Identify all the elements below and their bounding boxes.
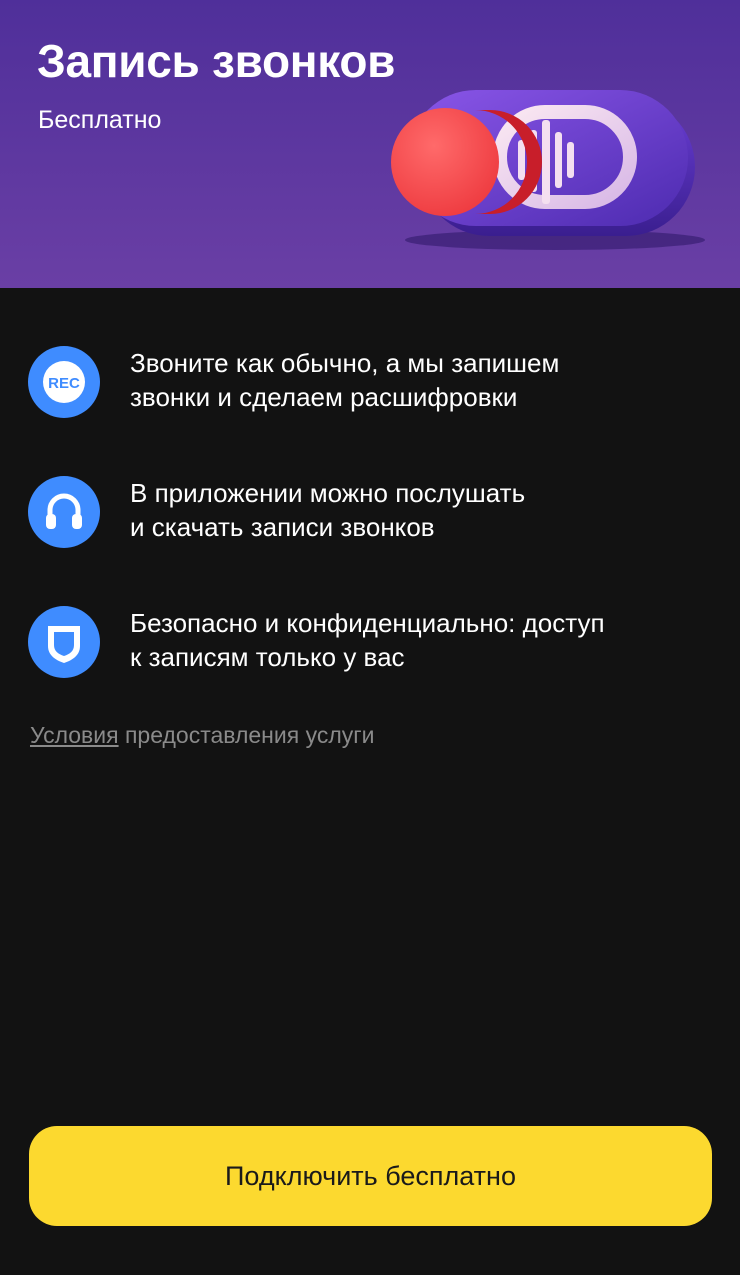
rec-icon: REC <box>28 346 100 418</box>
feature-text: В приложении можно послушать и скачать з… <box>130 478 526 542</box>
connect-call-recording-screen: Запись звонков Бесплатно REC Звоните как… <box>0 0 740 1275</box>
terms-note: Условия предоставления услуги <box>30 720 374 750</box>
feature-text: Звоните как обычно, а мы запишем звонки … <box>130 348 560 412</box>
shield-icon <box>28 606 100 678</box>
feature-item-recording: REC Звоните как обычно, а мы запишем зво… <box>0 340 740 420</box>
record-toggle-illustration <box>391 90 705 250</box>
feature-item-security: Безопасно и конфиденциально: доступ к за… <box>0 600 740 680</box>
page-title: Запись звонков <box>37 35 396 87</box>
terms-rest-text: предоставления услуги <box>118 722 375 748</box>
headphones-icon <box>28 476 100 548</box>
feature-text: Безопасно и конфиденциально: доступ к за… <box>130 608 605 672</box>
svg-text:REC: REC <box>48 375 80 392</box>
price-label: Бесплатно <box>38 106 162 134</box>
connect-free-button[interactable]: Подключить бесплатно <box>29 1126 712 1226</box>
hero-banner: Запись звонков Бесплатно <box>0 0 740 288</box>
terms-link[interactable]: Условия <box>30 722 119 748</box>
feature-item-listen: В приложении можно послушать и скачать з… <box>0 470 740 550</box>
